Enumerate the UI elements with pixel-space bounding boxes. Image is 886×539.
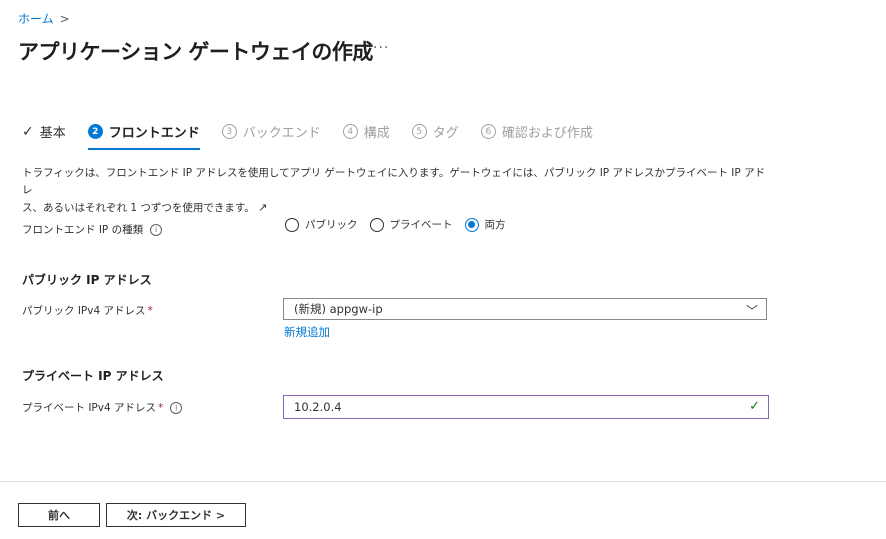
radio-private[interactable]: プライベート: [369, 217, 453, 232]
frontend-ip-type-label: フロントエンド IP の種類 i: [22, 222, 163, 237]
breadcrumb-home-link[interactable]: ホーム: [18, 10, 54, 27]
breadcrumb-chevron-icon: >: [59, 11, 70, 26]
next-backend-button[interactable]: 次: バックエンド >: [106, 503, 246, 527]
step-tags[interactable]: 5 タグ: [411, 122, 459, 141]
private-ipv4-label-text: プライベート IPv4 アドレス: [22, 402, 156, 414]
step-label: バックエンド: [242, 126, 321, 141]
footer-divider: [0, 481, 886, 482]
step-number-icon: 5: [411, 124, 427, 139]
public-ipv4-label-text: パブリック IPv4 アドレス: [22, 305, 146, 317]
description: トラフィックは、フロントエンド IP アドレスを使用してアプリ ゲートウェイに入…: [22, 165, 772, 217]
frontend-ip-type-text: フロントエンド IP の種類: [22, 224, 144, 236]
chevron-down-icon: ﹀: [745, 304, 758, 318]
wizard-steps: ✓ 基本 2 フロントエンド 3 バックエンド 4 構成 5 タグ 6 確認およ…: [22, 122, 615, 150]
required-mark: *: [147, 304, 153, 317]
page-title: アプリケーション ゲートウェイの作成: [18, 40, 373, 64]
public-ipv4-label: パブリック IPv4 アドレス *: [22, 303, 153, 318]
step-label: 構成: [363, 126, 390, 141]
step-label: フロントエンド: [108, 126, 200, 141]
private-ip-heading: プライベート IP アドレス: [22, 369, 164, 383]
step-number-icon: 6: [480, 124, 496, 139]
step-number-icon: 2: [87, 124, 103, 139]
required-mark: *: [158, 401, 164, 414]
radio-label: プライベート: [389, 219, 453, 231]
radio-circle-icon: [285, 217, 299, 232]
radio-circle-icon: [369, 217, 384, 232]
step-basics[interactable]: ✓ 基本: [22, 122, 66, 142]
step-number-icon: 4: [342, 124, 358, 139]
radio-selected-icon: [464, 217, 479, 232]
step-frontend[interactable]: 2 フロントエンド: [87, 122, 200, 150]
radio-both[interactable]: 両方: [464, 217, 506, 232]
public-ip-heading: パブリック IP アドレス: [22, 273, 152, 287]
input-value: 10.2.0.4: [294, 400, 342, 414]
checkmark-icon: ✓: [22, 123, 34, 140]
description-line-2: ス、あるいはそれぞれ 1 つずつを使用できます。: [22, 202, 255, 214]
step-label: タグ: [432, 126, 459, 141]
step-configuration[interactable]: 4 構成: [342, 122, 390, 141]
frontend-ip-type-radio-group: パブリック プライベート 両方: [285, 217, 518, 232]
add-new-link[interactable]: 新規追加: [284, 324, 330, 340]
step-backend[interactable]: 3 バックエンド: [221, 122, 321, 141]
external-link-icon[interactable]: ↗: [258, 201, 267, 214]
radio-label: 両方: [484, 219, 506, 231]
more-options-button[interactable]: ···: [373, 40, 389, 56]
step-label: 基本: [39, 126, 66, 141]
breadcrumb: ホーム >: [18, 10, 70, 27]
radio-public[interactable]: パブリック: [285, 217, 358, 232]
private-ipv4-input[interactable]: 10.2.0.4 ✓: [283, 395, 769, 419]
description-line-1: トラフィックは、フロントエンド IP アドレスを使用してアプリ ゲートウェイに入…: [22, 167, 766, 196]
checkmark-icon: ✓: [749, 399, 760, 414]
private-ipv4-label: プライベート IPv4 アドレス * i: [22, 400, 183, 415]
dropdown-value: (新規) appgw-ip: [294, 302, 383, 316]
public-ipv4-dropdown[interactable]: (新規) appgw-ip ﹀: [283, 298, 767, 320]
info-icon[interactable]: i: [150, 223, 163, 236]
previous-button[interactable]: 前へ: [18, 503, 100, 527]
step-review-create[interactable]: 6 確認および作成: [480, 122, 593, 141]
step-label: 確認および作成: [501, 126, 593, 141]
step-number-icon: 3: [221, 124, 237, 139]
radio-label: パブリック: [305, 219, 358, 231]
info-icon[interactable]: i: [170, 401, 183, 414]
